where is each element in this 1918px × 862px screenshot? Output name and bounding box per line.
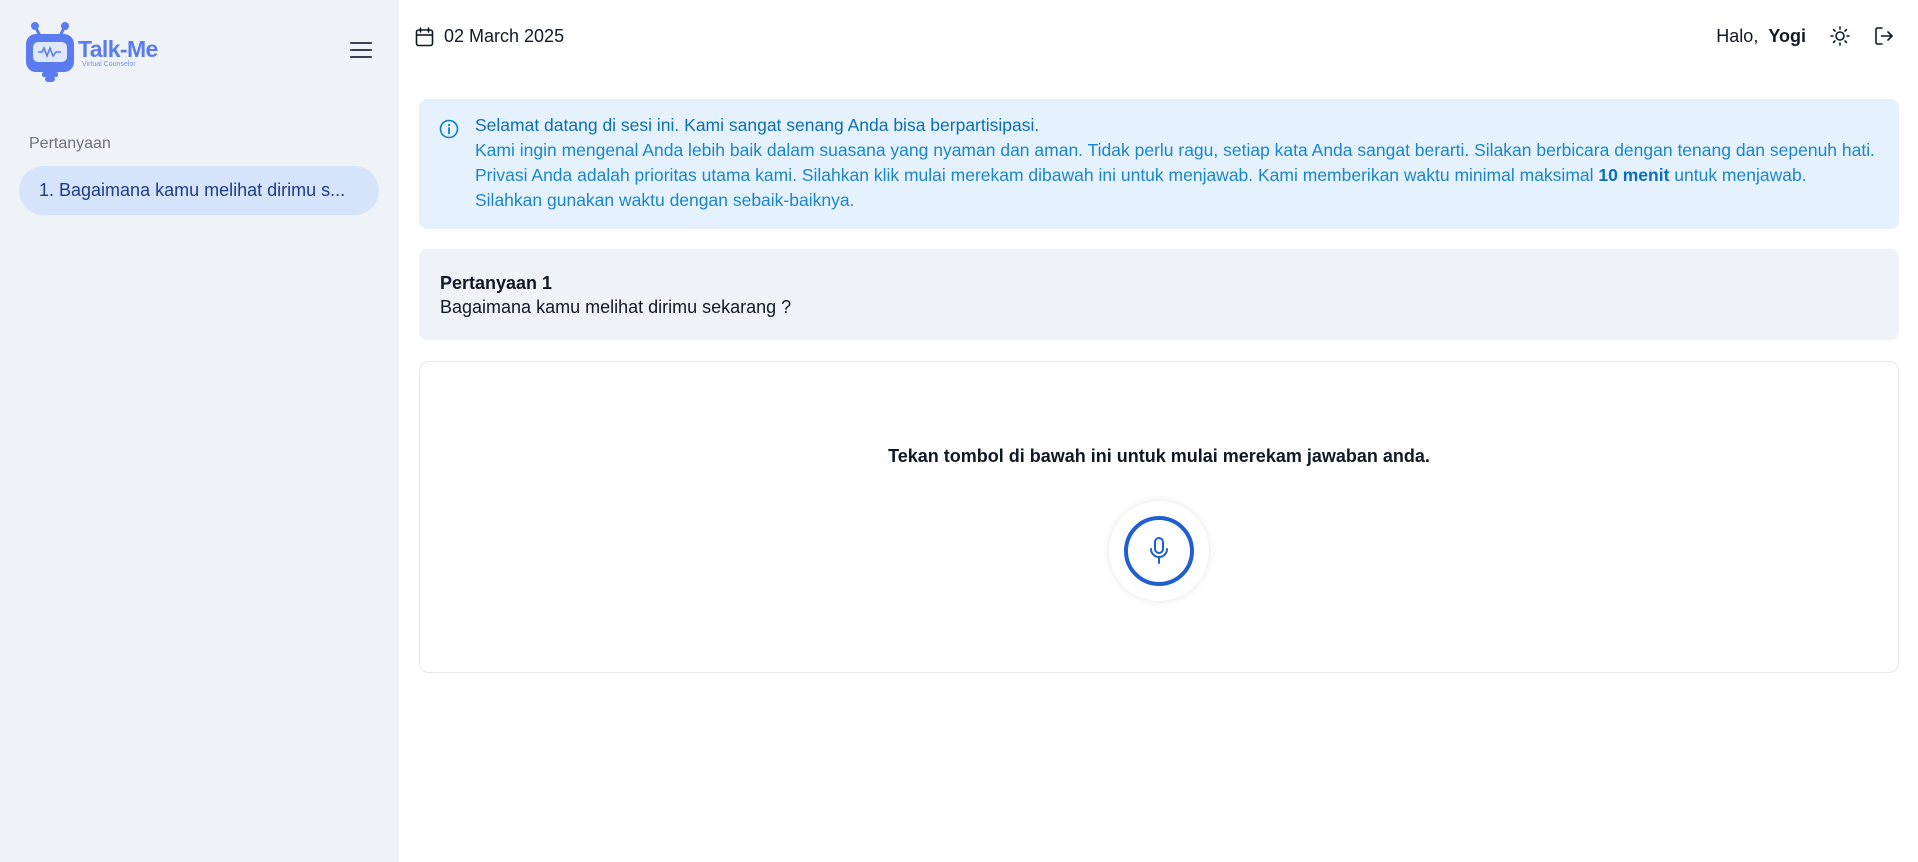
header-date: 02 March 2025 [415,26,564,47]
record-panel: Tekan tombol di bawah ini untuk mulai me… [419,361,1899,673]
sidebar-item-label: 1. Bagaimana kamu melihat dirimu s... [39,180,346,200]
sidebar-section-label: Pertanyaan [29,135,111,152]
theme-toggle-button[interactable] [1828,24,1852,48]
record-button-ring [1124,516,1194,586]
record-prompt: Tekan tombol di bawah ini untuk mulai me… [888,446,1430,466]
microphone-icon [1150,537,1168,564]
sidebar: Talk-Me Virtual Counselor Pertanyaan 1. … [0,0,399,862]
info-icon [439,119,459,139]
calendar-icon [415,26,434,46]
username: Yogi [1768,25,1806,46]
robot-logo-icon [26,22,74,82]
logo-title: Talk-Me [78,36,158,62]
hamburger-menu-icon [350,41,372,58]
sidebar-item-question-1[interactable]: 1. Bagaimana kamu melihat dirimu s... [19,166,379,215]
menu-toggle-button[interactable] [348,39,374,63]
info-body-duration: 10 menit [1598,165,1670,185]
header-user-area: Halo, Yogi [1716,24,1896,48]
info-title: Selamat datang di sesi ini. Kami sangat … [475,115,1040,135]
logo-subtitle: Virtual Counselor [82,61,136,68]
record-button[interactable] [1109,501,1209,601]
question-title: Pertanyaan 1 [440,273,553,293]
logo[interactable]: Talk-Me Virtual Counselor [24,20,158,84]
logout-icon [1875,27,1893,45]
logout-button[interactable] [1872,24,1896,48]
date-text: 02 March 2025 [444,26,565,46]
greeting-text: Halo, [1716,25,1759,46]
sun-icon [1830,26,1850,46]
logo-text: Talk-Me Virtual Counselor [78,37,158,69]
info-alert: Selamat datang di sesi ini. Kami sangat … [419,99,1899,229]
app-root: Talk-Me Virtual Counselor Pertanyaan 1. … [0,0,1918,862]
main-content: 02 March 2025 Halo, Yogi Selamat datang … [399,0,1918,862]
question-text: Bagaimana kamu melihat dirimu sekarang ? [440,297,792,317]
question-card: Pertanyaan 1 Bagaimana kamu melihat diri… [419,249,1899,340]
info-body: Kami ingin mengenal Anda lebih baik dala… [475,138,1875,213]
